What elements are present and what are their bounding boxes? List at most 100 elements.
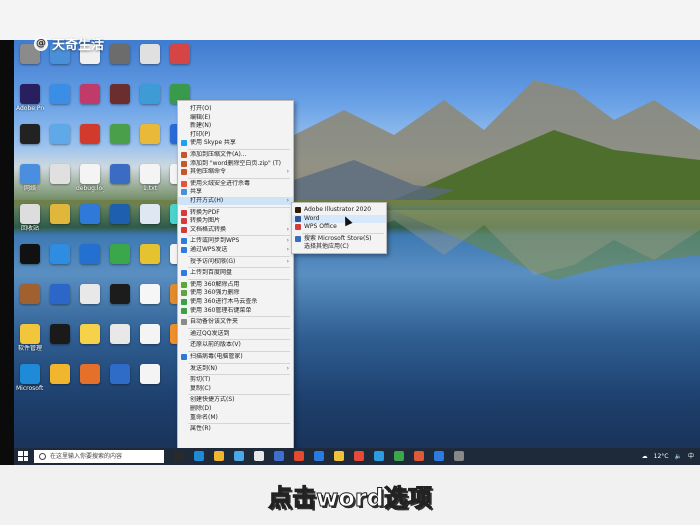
- taskbar-app-icon[interactable]: [254, 451, 264, 461]
- context-menu-item[interactable]: 扫描病毒(电脑管家): [178, 353, 293, 361]
- desktop-icon[interactable]: [46, 324, 74, 345]
- desktop-icon[interactable]: debug.log: [76, 164, 104, 192]
- context-menu-item[interactable]: 复制(C): [178, 385, 293, 393]
- desktop-icon[interactable]: [46, 84, 74, 105]
- desktop-icon[interactable]: Microsoft Edge: [16, 364, 44, 392]
- context-menu-item[interactable]: 添加到压缩文件(A)...: [178, 151, 293, 159]
- desktop-icon[interactable]: [76, 244, 104, 265]
- context-menu-item[interactable]: 使用 360进行木马云查杀: [178, 298, 293, 306]
- context-menu-item[interactable]: 转换为PDF: [178, 209, 293, 217]
- context-menu-item[interactable]: 还原以前的版本(V): [178, 341, 293, 349]
- open-with-option[interactable]: 搜索 Microsoft Store(S): [292, 235, 386, 243]
- taskbar-app-icon[interactable]: [374, 451, 384, 461]
- desktop-icon[interactable]: [46, 204, 74, 225]
- context-menu-item[interactable]: 其他压缩命令 ›: [178, 168, 293, 176]
- desktop-icon[interactable]: [16, 284, 44, 305]
- context-menu-item[interactable]: 授予访问权限(G) ›: [178, 258, 293, 266]
- windows-start-icon[interactable]: [18, 451, 28, 461]
- context-menu-item[interactable]: 使用 Skype 共享: [178, 139, 293, 147]
- desktop-icon[interactable]: 回收站: [16, 204, 44, 232]
- language-indicator[interactable]: 中: [688, 448, 694, 465]
- desktop-icon[interactable]: [106, 284, 134, 305]
- context-menu-item[interactable]: 打开方式(H) ›: [178, 197, 293, 205]
- desktop-icon[interactable]: [106, 324, 134, 345]
- context-menu-item[interactable]: 新建(N): [178, 122, 293, 130]
- desktop-icon[interactable]: [76, 204, 104, 225]
- desktop-icon[interactable]: [76, 364, 104, 385]
- context-menu-item[interactable]: 使用 360管理右键菜单: [178, 307, 293, 315]
- desktop-icon[interactable]: [106, 204, 134, 225]
- desktop-icon[interactable]: [76, 124, 104, 145]
- context-menu-item[interactable]: 创建快捷方式(S): [178, 396, 293, 404]
- taskbar-app-icon[interactable]: [234, 451, 244, 461]
- taskbar-app-icon[interactable]: [274, 451, 284, 461]
- context-menu-item[interactable]: 剪切(T): [178, 376, 293, 384]
- context-menu-item[interactable]: 通过WPS发送 ›: [178, 246, 293, 254]
- context-menu-item[interactable]: 删除(D): [178, 405, 293, 413]
- context-menu-item[interactable]: 添加到 "word删除空白页.zip" (T): [178, 160, 293, 168]
- weather-text[interactable]: 12°C: [654, 448, 669, 465]
- taskbar-app-icon[interactable]: [214, 451, 224, 461]
- context-menu-item[interactable]: 共享: [178, 188, 293, 196]
- desktop-icon[interactable]: 网络: [16, 164, 44, 192]
- desktop-icon[interactable]: [46, 284, 74, 305]
- desktop-icon[interactable]: [46, 124, 74, 145]
- desktop-icon[interactable]: [106, 84, 134, 105]
- desktop-icon[interactable]: [106, 364, 134, 385]
- taskbar-app-icon[interactable]: [394, 451, 404, 461]
- taskbar-app-icon[interactable]: [354, 451, 364, 461]
- desktop-icon[interactable]: [106, 164, 134, 185]
- desktop-icon[interactable]: [136, 324, 164, 345]
- desktop-icon[interactable]: Adobe Premie...: [16, 84, 44, 112]
- taskbar-app-icon[interactable]: [294, 451, 304, 461]
- open-with-option[interactable]: Word: [292, 214, 386, 223]
- open-with-option[interactable]: WPS Office: [292, 223, 386, 231]
- desktop-icon[interactable]: [166, 44, 194, 65]
- context-menu-item[interactable]: 通过QQ发送到: [178, 330, 293, 338]
- taskbar-app-icon[interactable]: [194, 451, 204, 461]
- desktop-icon[interactable]: [106, 244, 134, 265]
- desktop-icon[interactable]: [76, 284, 104, 305]
- desktop-icon[interactable]: [106, 44, 134, 65]
- desktop-icon[interactable]: [46, 244, 74, 265]
- context-menu-item[interactable]: 文档格式转换 ›: [178, 226, 293, 234]
- desktop-icon[interactable]: [76, 324, 104, 345]
- taskbar-app-icon[interactable]: [334, 451, 344, 461]
- context-menu-item[interactable]: 编辑(E): [178, 114, 293, 122]
- volume-icon[interactable]: 🔈: [675, 448, 682, 465]
- taskbar-app-icon[interactable]: [174, 451, 184, 461]
- desktop-icon[interactable]: [136, 284, 164, 305]
- desktop-icon[interactable]: [16, 124, 44, 145]
- context-menu-item[interactable]: 打印(P): [178, 131, 293, 139]
- desktop-icon[interactable]: [136, 364, 164, 385]
- taskbar-search-box[interactable]: 在这里输入你要搜索的内容: [34, 450, 164, 463]
- desktop-icon[interactable]: [106, 124, 134, 145]
- desktop-icon[interactable]: 软件管理: [16, 324, 44, 352]
- desktop-icon[interactable]: [46, 164, 74, 185]
- desktop-icon[interactable]: 1.txt: [136, 164, 164, 192]
- cloud-icon[interactable]: ☁: [642, 448, 648, 465]
- context-menu-item[interactable]: 发送到(N) ›: [178, 365, 293, 373]
- context-menu-item[interactable]: 重命名(M): [178, 414, 293, 422]
- desktop-icon[interactable]: [136, 244, 164, 265]
- open-with-option[interactable]: 选择其他应用(C): [292, 243, 386, 251]
- context-menu-item[interactable]: 使用火绒安全进行杀毒: [178, 180, 293, 188]
- desktop-icon[interactable]: [136, 44, 164, 65]
- context-menu-item[interactable]: 自动备份该文件夹: [178, 318, 293, 326]
- context-menu-item[interactable]: 上传到百度网盘: [178, 269, 293, 277]
- desktop-icon[interactable]: [136, 84, 164, 105]
- taskbar-app-icon[interactable]: [414, 451, 424, 461]
- desktop-icon[interactable]: [76, 84, 104, 105]
- desktop-icon[interactable]: [16, 244, 44, 265]
- desktop-icon[interactable]: [46, 364, 74, 385]
- context-menu-item[interactable]: 上传或同步到WPS ›: [178, 237, 293, 245]
- context-menu-item[interactable]: 使用 360强力删除: [178, 289, 293, 297]
- context-menu-item[interactable]: 使用 360解除占用: [178, 281, 293, 289]
- taskbar-app-icon[interactable]: [314, 451, 324, 461]
- context-menu-item[interactable]: 打开(O): [178, 105, 293, 113]
- taskbar-app-icon[interactable]: [454, 451, 464, 461]
- context-menu-item[interactable]: 属性(R): [178, 425, 293, 433]
- taskbar-app-icon[interactable]: [434, 451, 444, 461]
- desktop-icon[interactable]: [136, 124, 164, 145]
- context-menu-item[interactable]: 转换为图片: [178, 217, 293, 225]
